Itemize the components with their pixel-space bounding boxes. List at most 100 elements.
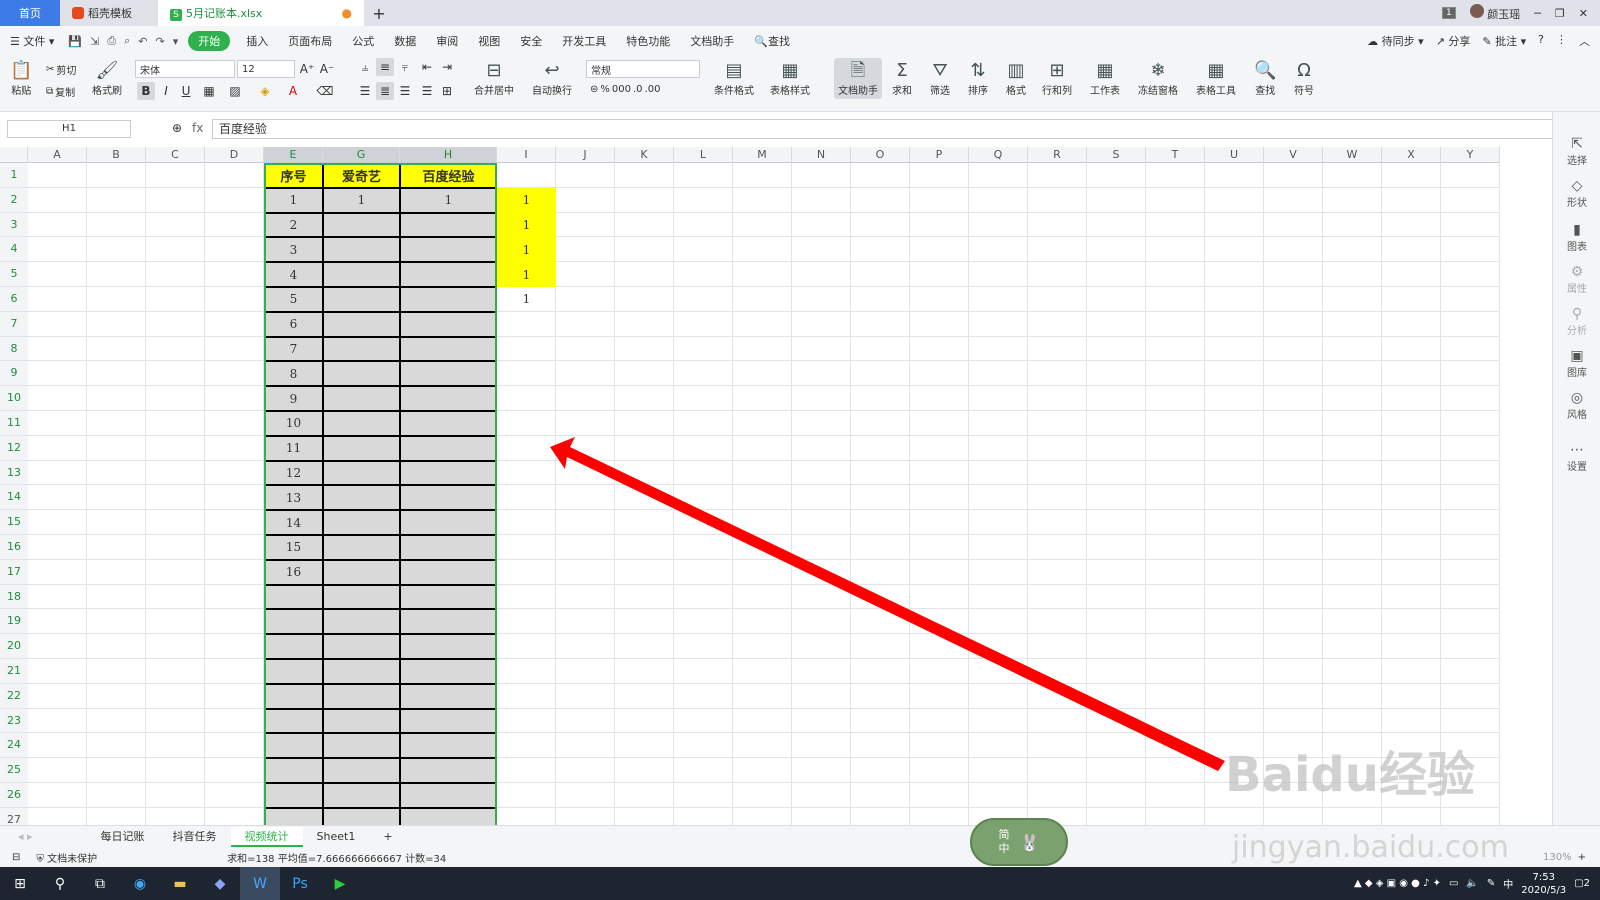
table-tools-button[interactable]: ▦ 表格工具 xyxy=(1196,60,1236,97)
clock[interactable]: 7:53 2020/5/3 xyxy=(1521,871,1566,897)
outdent-icon[interactable]: ⇤ xyxy=(418,58,436,76)
sort-button[interactable]: ⇅ 排序 xyxy=(968,60,988,97)
sync-button[interactable]: ☁ 待同步 ▾ xyxy=(1367,33,1424,49)
eraser-icon[interactable]: ⌫ xyxy=(316,82,334,100)
cut-button[interactable]: ✂ 剪切 xyxy=(46,62,76,77)
notification-button[interactable]: ▢2 xyxy=(1574,878,1590,889)
align-bottom-icon[interactable]: ⫧ xyxy=(396,58,414,76)
spreadsheet-grid[interactable]: ABCDEGHIJKLMNOPQRSTUVWXY 1 2 3 4 5 6 7 8 9 10 11 12… xyxy=(0,147,1552,825)
table-style-button[interactable]: ▦ 表格样式 xyxy=(770,60,810,97)
sum-button[interactable]: Σ 求和 xyxy=(892,60,912,97)
unsaved-dot-icon[interactable]: ● xyxy=(342,6,352,20)
distribute-icon[interactable]: ⊞ xyxy=(438,82,456,100)
number-format-select[interactable]: 常规 xyxy=(586,60,700,78)
panel-style[interactable]: ◎ 风格 xyxy=(1553,390,1600,421)
panel-property[interactable]: ⚙ 属性 xyxy=(1553,264,1600,295)
app-icon[interactable]: ◆ xyxy=(200,867,240,900)
find-button[interactable]: 🔍 查找 xyxy=(1254,60,1276,97)
number-buttons[interactable]: ⊜% 000.0.00 xyxy=(590,84,660,95)
indent-icon[interactable]: ⇥ xyxy=(438,58,456,76)
network-icon[interactable]: ▭ xyxy=(1449,878,1458,889)
pen-icon[interactable]: ✎ xyxy=(1487,878,1495,889)
share-button[interactable]: ↗ 分享 xyxy=(1436,33,1471,49)
align-left-icon[interactable]: ☰ xyxy=(356,82,374,100)
italic-icon[interactable]: I xyxy=(157,82,175,100)
doc-assistant-button[interactable]: 🗎 文档助手 xyxy=(834,58,882,99)
underline-icon[interactable]: U xyxy=(177,82,195,100)
menu-security[interactable]: 安全 xyxy=(510,33,552,49)
new-tab-button[interactable]: + xyxy=(364,0,394,26)
user-area[interactable]: 颜玉瑶 xyxy=(1469,4,1520,22)
paste-button[interactable]: 📋 粘贴 xyxy=(10,60,32,97)
menu-data[interactable]: 数据 xyxy=(384,33,426,49)
minimize-icon[interactable]: ─ xyxy=(1534,7,1541,20)
panel-select[interactable]: ⇱ 选择 xyxy=(1553,136,1600,167)
justify-icon[interactable]: ☰ xyxy=(418,82,436,100)
input-language[interactable]: 中 xyxy=(1503,876,1513,891)
menu-review[interactable]: 审阅 xyxy=(426,33,468,49)
menu-view[interactable]: 视图 xyxy=(468,33,510,49)
restore-icon[interactable]: ❐ xyxy=(1555,7,1565,20)
panel-shape[interactable]: ◇ 形状 xyxy=(1553,178,1600,209)
name-box[interactable]: H1 xyxy=(7,120,131,138)
worksheet-button[interactable]: ▦ 工作表 xyxy=(1090,60,1120,97)
sheet-tab-douyin[interactable]: 抖音任务 xyxy=(159,827,231,847)
formula-input[interactable]: 百度经验 xyxy=(212,119,1560,139)
zoom-level[interactable]: 130% xyxy=(1543,852,1572,863)
protect-status[interactable]: ⛨ 文档未保护 xyxy=(36,850,97,865)
search-icon[interactable]: ⚲ xyxy=(40,867,80,900)
volume-icon[interactable]: 🔈 xyxy=(1466,878,1478,889)
conditional-format-button[interactable]: ▤ 条件格式 xyxy=(714,60,754,97)
align-top-icon[interactable]: ⫨ xyxy=(356,58,374,76)
print-icon[interactable]: ⎙ xyxy=(103,34,120,48)
sheet-tab-video[interactable]: 视频统计 xyxy=(230,826,303,847)
shrink-font-icon[interactable]: A⁻ xyxy=(318,60,336,78)
menu-dev-tools[interactable]: 开发工具 xyxy=(552,33,616,49)
menu-insert[interactable]: 插入 xyxy=(236,33,278,49)
collapse-ribbon-icon[interactable]: ︿ xyxy=(1579,33,1590,49)
tray-icons[interactable]: ▲ ◆ ◈ ▣ ◉ ● ♪ ✦ xyxy=(1354,878,1441,889)
windows-start-icon[interactable]: ⊞ xyxy=(0,867,40,900)
tab-file[interactable]: S 5月记账本.xlsx ● xyxy=(158,0,364,26)
fill-pattern-icon[interactable]: ▨ xyxy=(226,82,244,100)
fill-color-icon[interactable]: ◈ xyxy=(256,82,274,100)
sheet-tab-sheet1[interactable]: Sheet1 xyxy=(303,827,370,847)
fx-icon[interactable]: fx xyxy=(192,121,203,135)
menu-doc-assistant[interactable]: 文档助手 xyxy=(680,33,744,49)
format-painter-button[interactable]: 🖌 格式刷 xyxy=(92,60,122,97)
save-icon[interactable]: 💾 xyxy=(64,35,86,48)
browser-icon[interactable]: ◉ xyxy=(120,867,160,900)
menu-search[interactable]: 🔍查找 xyxy=(744,33,800,49)
preview-icon[interactable]: ⌕ xyxy=(120,34,134,48)
panel-chart[interactable]: ▮ 图表 xyxy=(1553,222,1600,253)
align-center-icon[interactable]: ≣ xyxy=(376,82,394,100)
tab-template[interactable]: 稻壳模板 xyxy=(60,0,158,26)
sheet-tab-daily[interactable]: 每日记账 xyxy=(87,827,159,847)
panel-settings[interactable]: ⋯ 设置 xyxy=(1553,442,1600,473)
help-icon[interactable]: ? xyxy=(1538,33,1544,49)
align-middle-icon[interactable]: ≡ xyxy=(376,58,394,76)
panel-gallery[interactable]: ▣ 图库 xyxy=(1553,348,1600,379)
menu-start[interactable]: 开始 xyxy=(188,31,231,51)
copy-button[interactable]: ⧉ 复制 xyxy=(46,84,75,99)
tab-home[interactable]: 首页 xyxy=(0,0,60,26)
symbol-button[interactable]: Ω 符号 xyxy=(1294,60,1314,97)
menu-special[interactable]: 特色功能 xyxy=(616,33,680,49)
grow-font-icon[interactable]: A⁺ xyxy=(298,60,316,78)
status-mode-icon[interactable]: ⊟ xyxy=(12,852,20,863)
folder-icon[interactable]: ▬ xyxy=(160,867,200,900)
comment-button[interactable]: ✎ 批注 ▾ xyxy=(1482,33,1526,49)
bold-icon[interactable]: B xyxy=(137,82,155,100)
filter-button[interactable]: ⛛ 筛选 xyxy=(930,60,950,97)
add-sheet-icon[interactable]: + xyxy=(369,827,406,847)
panel-analysis[interactable]: ⚲ 分析 xyxy=(1553,306,1600,337)
align-right-icon[interactable]: ☰ xyxy=(396,82,414,100)
border-icon[interactable]: ▦ xyxy=(200,82,218,100)
freeze-panes-button[interactable]: ❄ 冻结窗格 xyxy=(1138,60,1178,97)
menu-formula[interactable]: 公式 xyxy=(342,33,384,49)
file-menu[interactable]: ☰ 文件 ▾ xyxy=(0,33,64,49)
zoom-formula-icon[interactable]: ⊕ xyxy=(172,121,182,135)
font-name-select[interactable]: 宋体 xyxy=(135,60,235,78)
video-app-icon[interactable]: ▶ xyxy=(320,867,360,900)
export-icon[interactable]: ⇲ xyxy=(86,35,103,48)
